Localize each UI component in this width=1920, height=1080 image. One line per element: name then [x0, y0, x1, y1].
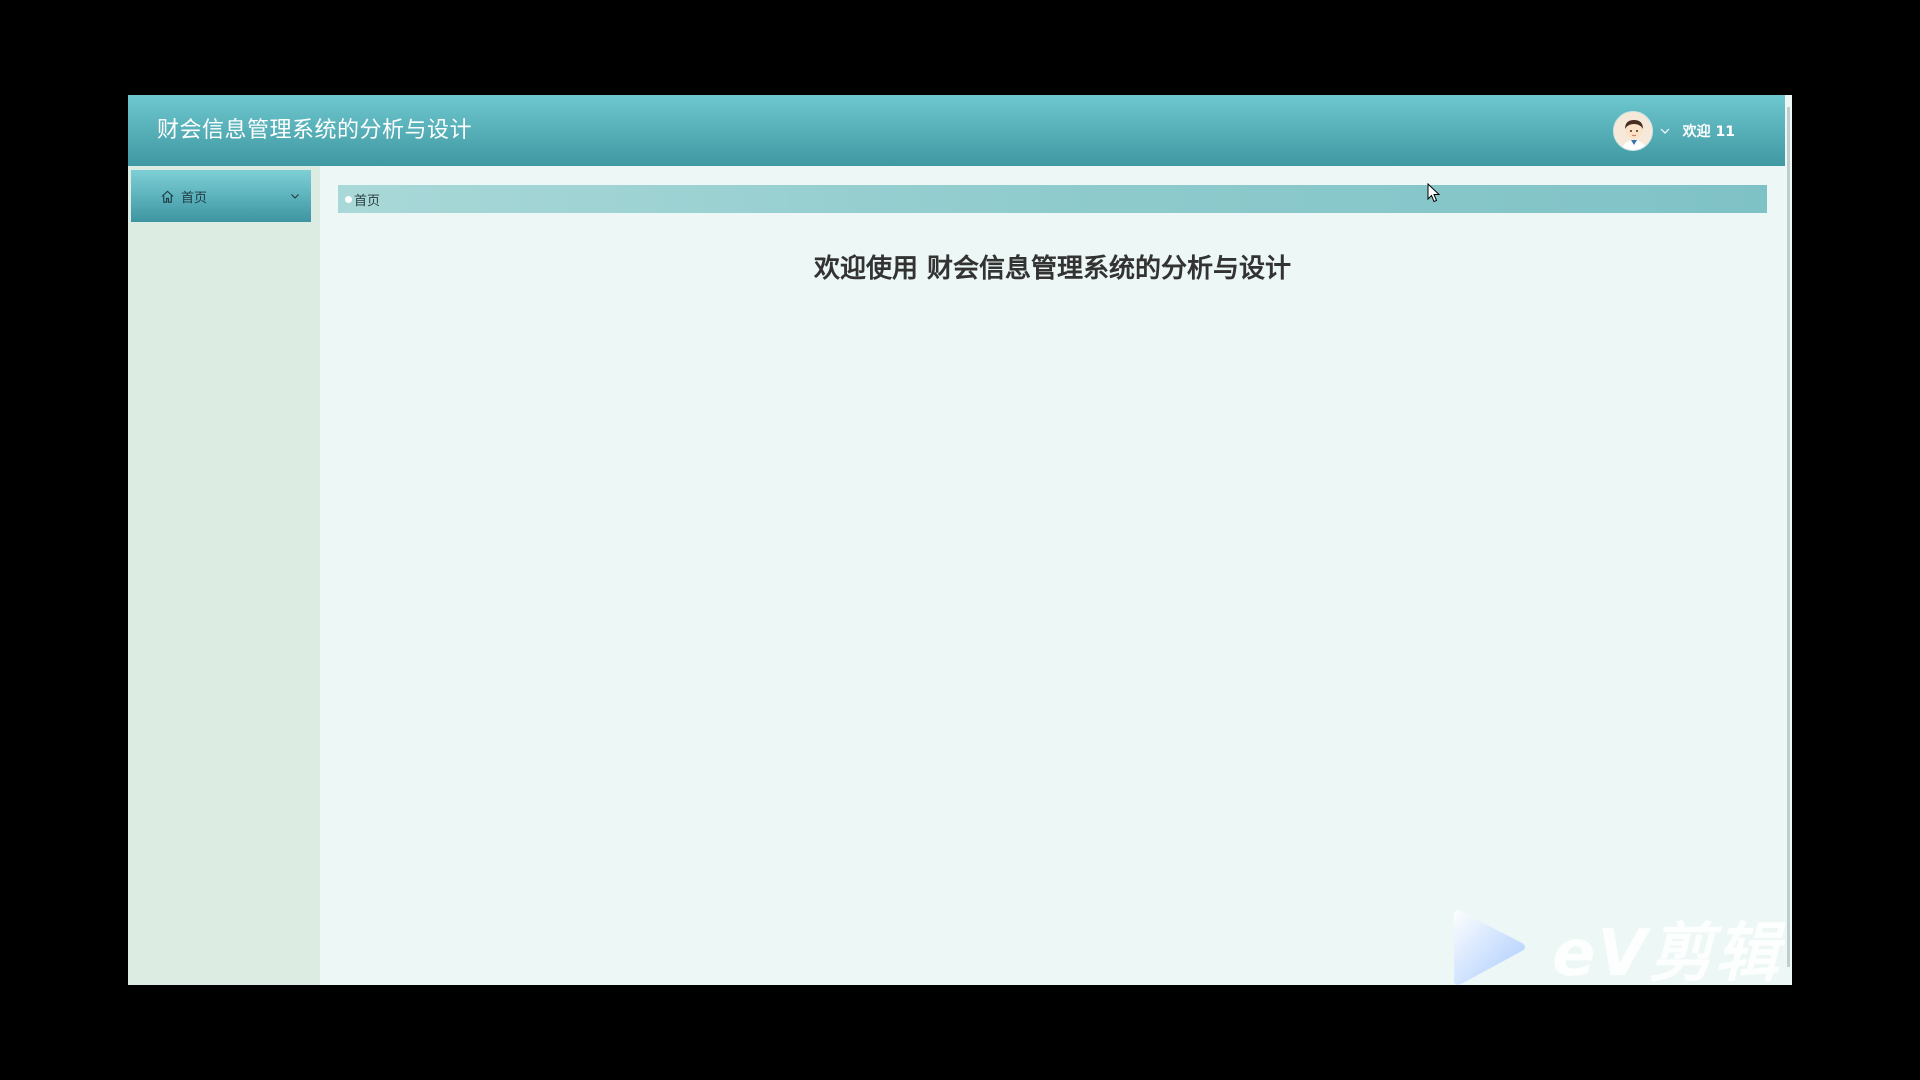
top-header: 财会信息管理系统的分析与设计 欢迎 11 — [128, 95, 1785, 166]
chevron-down-icon[interactable] — [1657, 123, 1673, 139]
play-icon — [1454, 910, 1525, 985]
user-avatar-icon[interactable] — [1612, 110, 1653, 151]
home-icon — [159, 188, 175, 204]
mouse-cursor-icon — [1427, 183, 1441, 203]
breadcrumb-dot-icon — [345, 195, 352, 203]
watermark-text: eV剪辑 — [1552, 916, 1781, 991]
breadcrumb-home[interactable]: 首页 — [354, 190, 380, 209]
user-menu[interactable]: 欢迎 11 — [1612, 95, 1735, 166]
sidebar: 首页 — [128, 166, 320, 985]
system-title: 财会信息管理系统的分析与设计 — [157, 118, 473, 143]
chevron-down-icon — [289, 190, 301, 202]
watermark: eV剪辑 — [1450, 905, 1781, 991]
welcome-user-label: 欢迎 11 — [1682, 123, 1735, 140]
sidebar-item-label: 首页 — [181, 190, 208, 206]
main-content: 首页 欢迎使用 财会信息管理系统的分析与设计 — [320, 166, 1785, 985]
scrollbar[interactable] — [1787, 107, 1790, 967]
welcome-heading: 欢迎使用 财会信息管理系统的分析与设计 — [813, 254, 1292, 284]
breadcrumb: 首页 — [338, 185, 1767, 213]
sidebar-item-home[interactable]: 首页 — [131, 170, 311, 222]
app-window: 财会信息管理系统的分析与设计 欢迎 11 首页 首页 欢迎使用 财会信息管理系统… — [128, 95, 1792, 985]
